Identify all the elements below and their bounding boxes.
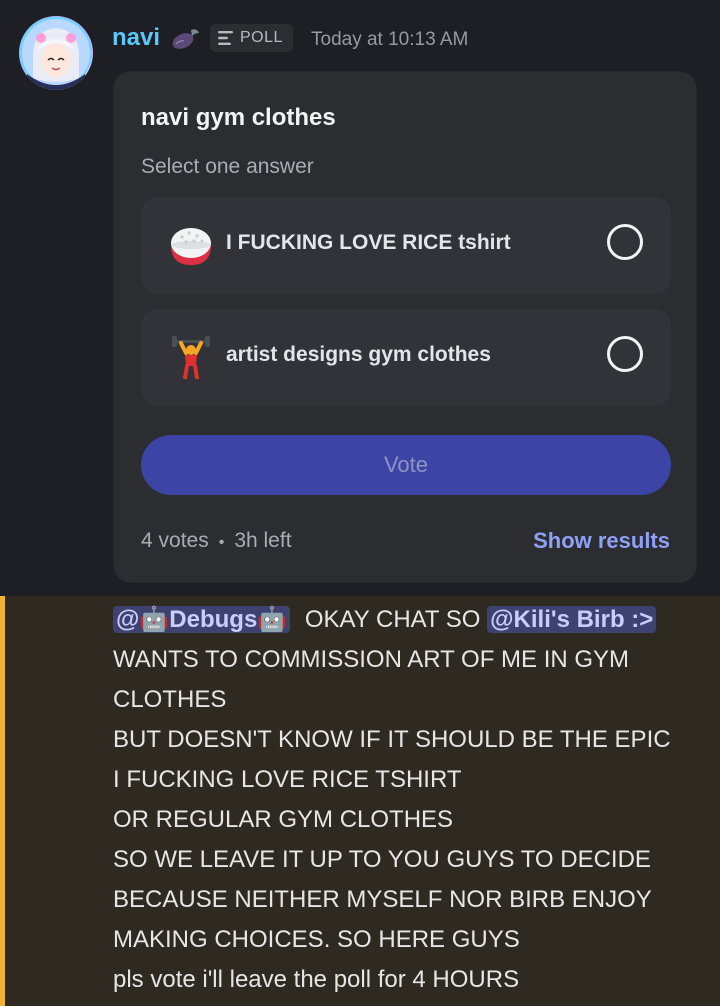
author-avatar[interactable] [19,16,93,90]
show-results-link[interactable]: Show results [533,528,670,554]
message-line: CLOTHES [113,686,227,713]
mention-message: @🤖Debugs🤖 OKAY CHAT SO @Kili's Birb :> W… [0,596,720,1006]
poll-answer-radio[interactable] [607,336,643,372]
poll-hint: Select one answer [141,155,314,178]
message-line: BUT DOESN'T KNOW IF IT SHOULD BE THE EPI… [113,726,671,753]
message-text: OKAY CHAT SO [304,606,481,633]
rice-bowl-icon [169,223,213,267]
message-body: @🤖Debugs🤖 OKAY CHAT SO @Kili's Birb :> W… [113,600,671,1000]
eggplant-icon [170,24,202,52]
poll-icon [218,31,233,45]
message-line: SO WE LEAVE IT UP TO YOU GUYS TO DECIDE [113,846,651,873]
user-mention-kili[interactable]: @Kili's Birb :> [487,606,657,633]
message-line: MAKING CHOICES. SO HERE GUYS [113,926,520,953]
poll-footer: 4 votes • 3h left [141,529,292,553]
poll-answer-rice-tshirt[interactable]: I FUCKING LOVE RICE tshirt [141,197,671,294]
separator-dot: • [218,534,225,551]
message-line: WANTS TO COMMISSION ART OF ME IN GYM [113,646,630,673]
poll-tag: POLL [210,24,293,52]
message-line: I FUCKING LOVE RICE TSHIRT [113,766,462,793]
role-mention-debugs[interactable]: @🤖Debugs🤖 [113,606,291,633]
poll-time-left: 3h left [234,529,292,552]
poll-answer-label: I FUCKING LOVE RICE tshirt [226,231,511,254]
message-line: OR REGULAR GYM CLOTHES [113,806,454,833]
poll-card: navi gym clothes Select one answer I FUC… [113,71,697,583]
poll-answer-label: artist designs gym clothes [226,343,491,366]
person-lifting-weights-icon [169,335,213,379]
message-line: @🤖Debugs🤖 OKAY CHAT SO @Kili's Birb :> [113,600,671,640]
poll-vote-count: 4 votes [141,529,209,552]
poll-tag-label: POLL [240,29,283,46]
poll-answer-radio[interactable] [607,224,643,260]
vote-button[interactable]: Vote [141,435,671,495]
author-name[interactable]: navi [112,24,160,52]
message-line: BECAUSE NEITHER MYSELF NOR BIRB ENJOY [113,886,652,913]
poll-question: navi gym clothes [141,104,336,131]
message-timestamp: Today at 10:13 AM [311,29,469,50]
poll-answer-gym-clothes[interactable]: artist designs gym clothes [141,309,671,406]
message-line: pls vote i'll leave the poll for 4 HOURS [113,966,520,993]
